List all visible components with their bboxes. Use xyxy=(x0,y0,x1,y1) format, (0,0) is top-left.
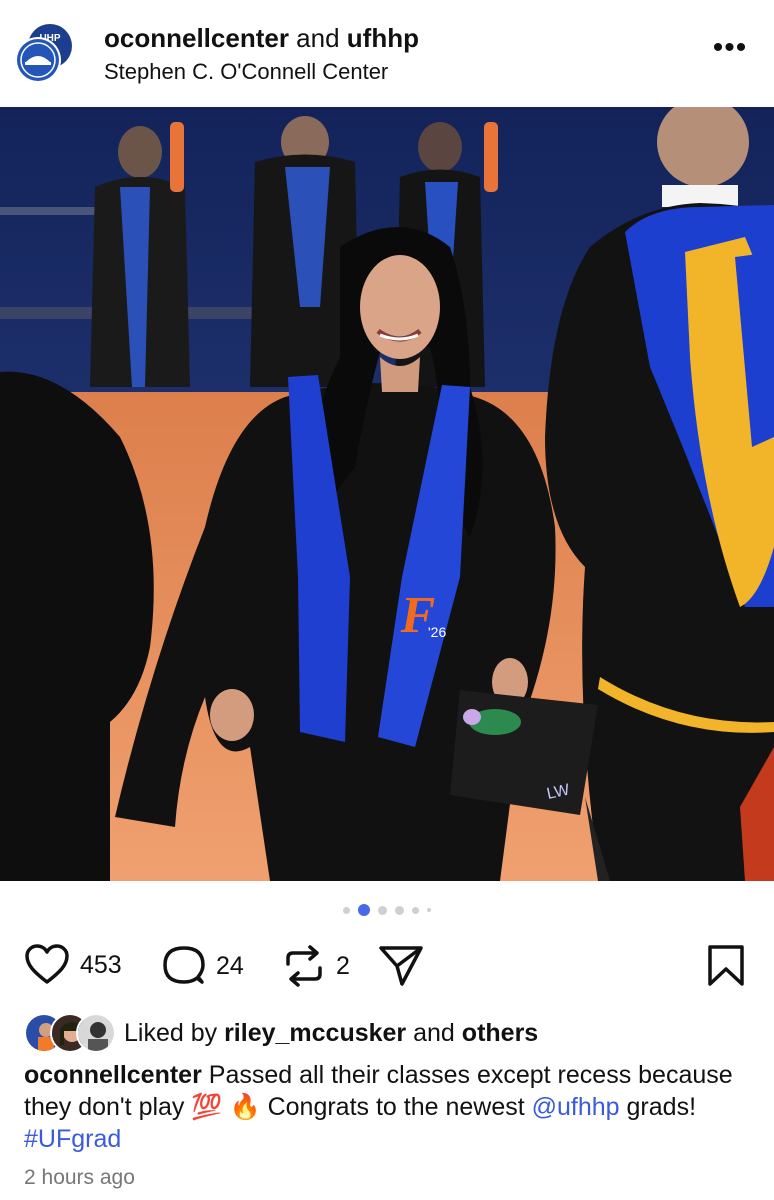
caption-text-2: Congrats to the newest xyxy=(267,1093,525,1121)
liked-by-joiner: and xyxy=(413,1018,455,1047)
caption-text-3: grads! xyxy=(626,1093,697,1121)
post-author-line[interactable]: oconnellcenter and ufhhp xyxy=(104,22,419,54)
author-primary[interactable]: oconnellcenter xyxy=(104,23,289,53)
liker-avatar[interactable] xyxy=(76,1013,116,1053)
comment-icon xyxy=(163,946,205,984)
comment-count[interactable]: 24 xyxy=(216,952,244,981)
carousel-dot[interactable] xyxy=(427,908,431,912)
fire-emoji: 🔥 xyxy=(229,1093,261,1121)
heart-icon xyxy=(25,944,69,984)
action-bar: 453 24 2 xyxy=(0,940,774,990)
bookmark-icon xyxy=(708,945,744,986)
like-count[interactable]: 453 xyxy=(80,951,122,980)
carousel-dot[interactable] xyxy=(395,905,404,915)
post-location[interactable]: Stephen C. O'Connell Center xyxy=(104,58,388,86)
carousel-indicator xyxy=(0,902,774,918)
liked-by-prefix: Liked by xyxy=(124,1018,218,1047)
post-caption: oconnellcenter Passed all their classes … xyxy=(24,1059,754,1155)
repost-count[interactable]: 2 xyxy=(336,952,350,981)
caption-hashtag[interactable]: #UFgrad xyxy=(24,1125,121,1153)
liked-by-text: Liked by riley_mccusker and others xyxy=(124,1019,538,1048)
author-secondary[interactable]: ufhhp xyxy=(347,23,419,53)
stole-year: '26 xyxy=(428,624,446,640)
liked-by-row[interactable]: Liked by riley_mccusker and others xyxy=(24,1012,538,1054)
save-button[interactable] xyxy=(706,944,746,988)
liked-by-others[interactable]: others xyxy=(462,1019,538,1047)
graduation-photo: F '26 LW xyxy=(0,107,774,881)
liked-by-user[interactable]: riley_mccusker xyxy=(224,1019,406,1047)
caption-mention[interactable]: @ufhhp xyxy=(532,1093,620,1121)
send-icon xyxy=(379,946,423,986)
carousel-dot[interactable] xyxy=(412,906,419,914)
post-header: UHP oconnellcenter and ufhhp Stephen C. … xyxy=(0,0,774,107)
more-options-icon[interactable]: ••• xyxy=(710,33,750,66)
carousel-dot[interactable] xyxy=(343,906,350,914)
like-button[interactable]: 453 xyxy=(24,944,122,986)
hundred-emoji: 💯 xyxy=(191,1093,223,1121)
carousel-dot-active[interactable] xyxy=(358,904,370,916)
author-avatar[interactable]: UHP xyxy=(14,22,76,84)
caption-username[interactable]: oconnellcenter xyxy=(24,1061,202,1089)
post-timestamp: 2 hours ago xyxy=(24,1166,135,1189)
comment-button[interactable]: 24 xyxy=(162,944,244,988)
repost-icon xyxy=(286,945,322,987)
author-joiner: and xyxy=(296,23,340,53)
post-photo[interactable]: F '26 LW xyxy=(0,107,774,881)
carousel-dot[interactable] xyxy=(378,905,387,915)
repost-button[interactable]: 2 xyxy=(282,944,350,988)
share-button[interactable] xyxy=(378,944,424,988)
